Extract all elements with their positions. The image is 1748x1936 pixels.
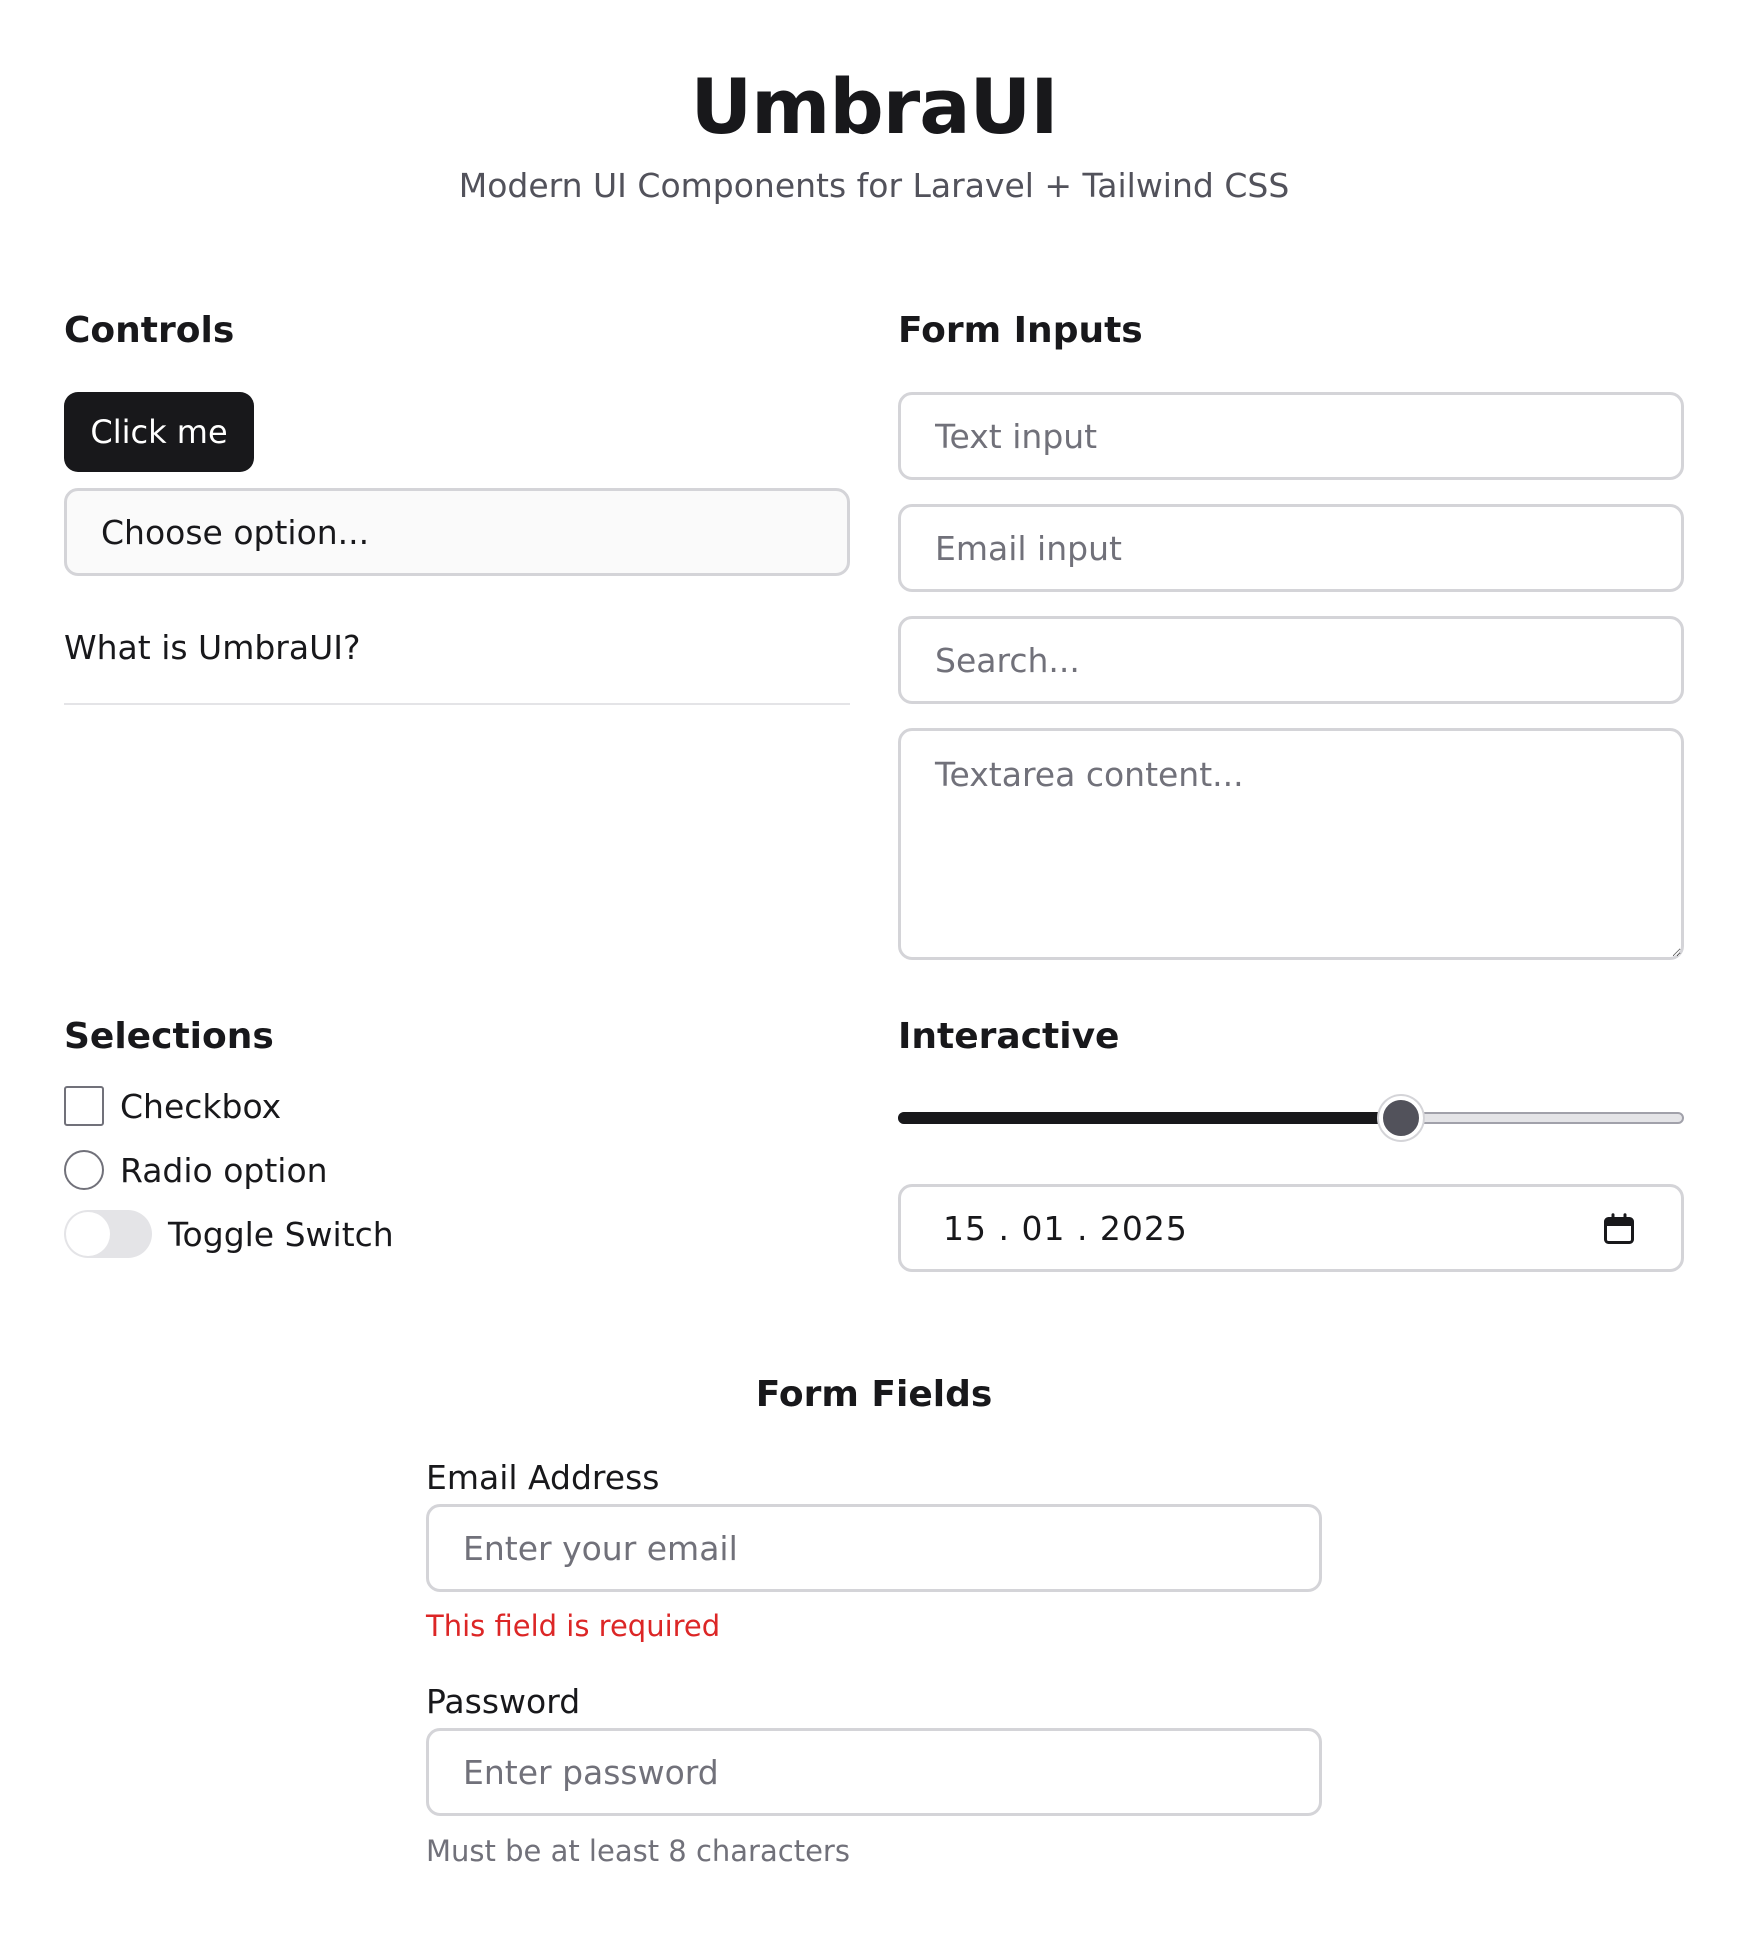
- password-hint: Must be at least 8 characters: [426, 1834, 850, 1868]
- selections-heading: Selections: [64, 1016, 274, 1057]
- page-title: UmbraUI: [690, 62, 1058, 151]
- email-error-message: This field is required: [426, 1609, 721, 1643]
- form-fields-heading: Form Fields: [755, 1374, 993, 1415]
- controls-heading: Controls: [64, 310, 235, 351]
- radio-button[interactable]: [64, 1150, 104, 1190]
- date-input[interactable]: 15 . 01 . 2025: [898, 1184, 1684, 1272]
- search-input[interactable]: [898, 616, 1684, 704]
- password-label: Password: [426, 1682, 581, 1721]
- email-address-label: Email Address: [426, 1458, 660, 1497]
- slider-thumb[interactable]: [1379, 1096, 1424, 1140]
- toggle-switch[interactable]: [64, 1210, 152, 1258]
- checkbox-label: Checkbox: [120, 1086, 282, 1126]
- toggle-row[interactable]: Toggle Switch: [64, 1210, 394, 1258]
- textarea-input[interactable]: [898, 728, 1684, 960]
- calendar-icon[interactable]: [1601, 1211, 1637, 1247]
- text-input[interactable]: [898, 392, 1684, 480]
- email-address-field[interactable]: [426, 1504, 1322, 1592]
- page-subtitle: Modern UI Components for Laravel + Tailw…: [458, 166, 1290, 205]
- password-field[interactable]: [426, 1728, 1322, 1816]
- choose-option-select[interactable]: Choose option...: [64, 488, 850, 576]
- accordion-trigger-what-is-umbraui[interactable]: What is UmbraUI?: [64, 628, 360, 667]
- radio-label: Radio option: [120, 1150, 328, 1190]
- form-inputs-heading: Form Inputs: [898, 310, 1143, 351]
- page: UmbraUI Modern UI Components for Laravel…: [0, 0, 1748, 1936]
- toggle-label: Toggle Switch: [168, 1214, 394, 1254]
- accordion-divider: [64, 703, 850, 705]
- checkbox[interactable]: [64, 1086, 104, 1126]
- toggle-knob: [66, 1212, 110, 1256]
- click-me-button[interactable]: Click me: [64, 392, 254, 472]
- checkbox-row[interactable]: Checkbox: [64, 1086, 281, 1126]
- slider-fill: [898, 1112, 1402, 1124]
- email-input[interactable]: [898, 504, 1684, 592]
- interactive-heading: Interactive: [898, 1016, 1120, 1057]
- radio-row[interactable]: Radio option: [64, 1150, 328, 1190]
- date-value: 15 . 01 . 2025: [943, 1208, 1188, 1248]
